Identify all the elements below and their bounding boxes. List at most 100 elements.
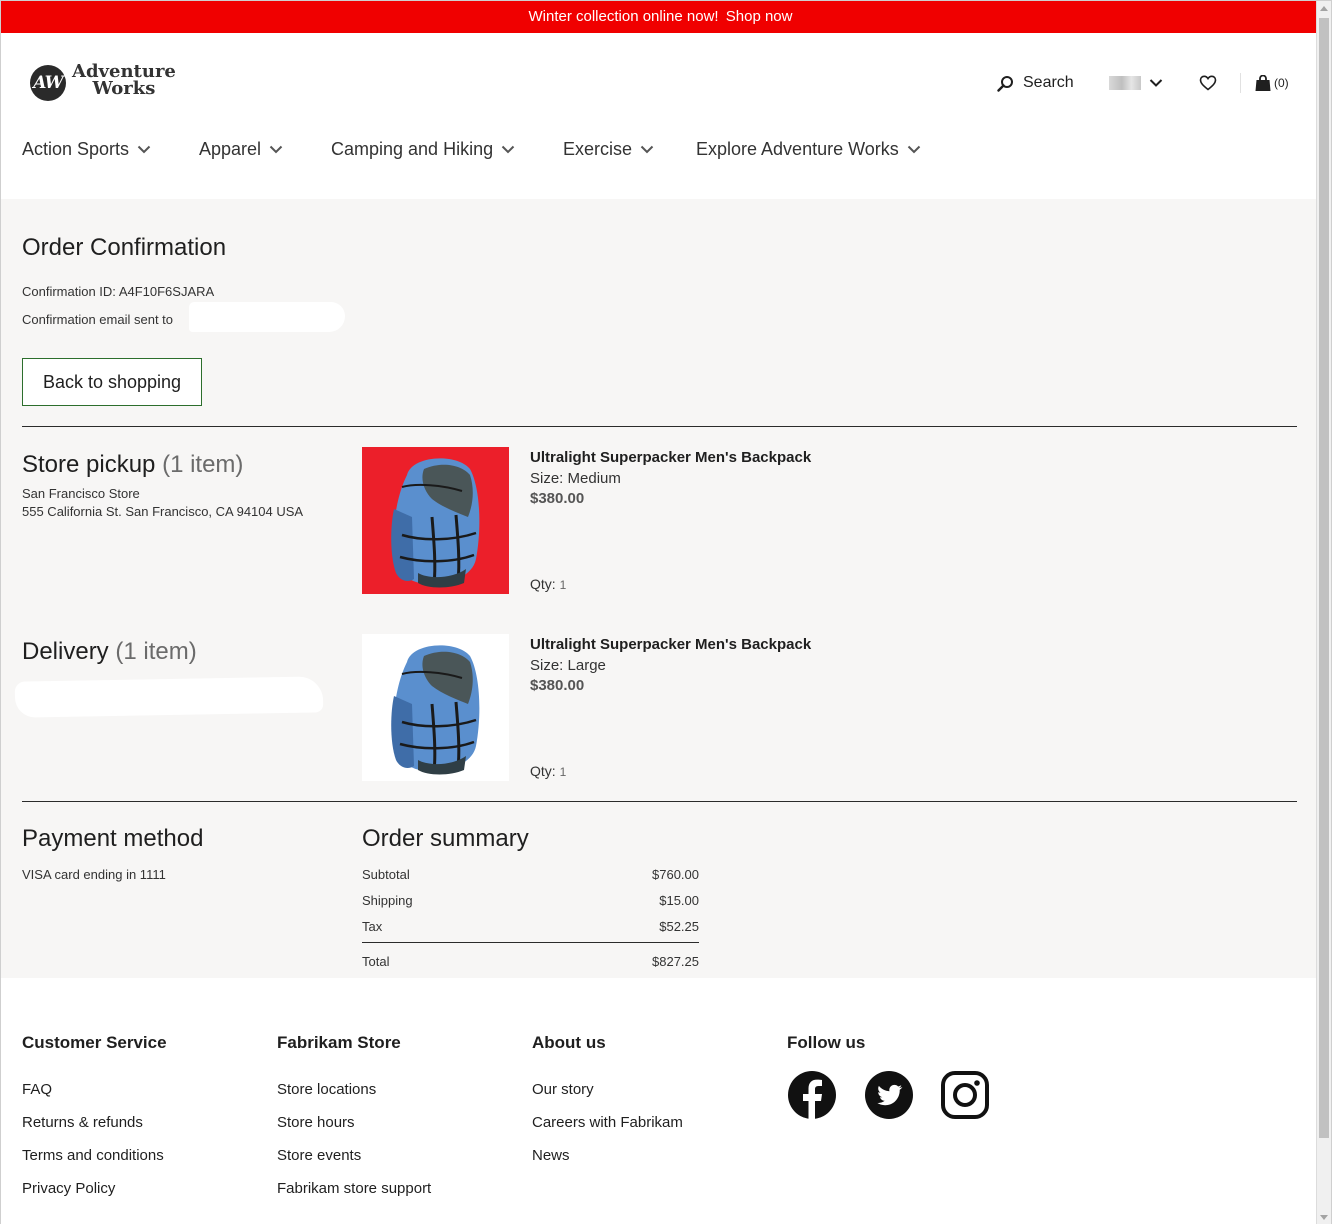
delivery-count: (1 item)	[115, 638, 197, 665]
qty-value: 1	[559, 578, 567, 592]
footer-link-news[interactable]: News	[532, 1139, 683, 1172]
promo-text: Winter collection online now!	[528, 8, 719, 25]
facebook-icon[interactable]	[788, 1071, 836, 1119]
payment-method-heading: Payment method	[22, 825, 204, 852]
scroll-down-arrow[interactable]	[1320, 1215, 1328, 1220]
footer-heading: About us	[532, 1033, 606, 1052]
qty-value: 1	[559, 765, 567, 779]
store-pickup-count: (1 item)	[162, 451, 244, 478]
account-menu-button[interactable]	[1109, 71, 1163, 95]
footer-about-us: About us Our story Careers with Fabrikam…	[532, 1033, 683, 1172]
backpack-icon	[391, 458, 480, 588]
payment-card-info: VISA card ending in 1111	[22, 867, 166, 882]
adventure-works-logo[interactable]: AW Adventure Works	[30, 63, 190, 103]
footer-link-careers[interactable]: Careers with Fabrikam	[532, 1106, 683, 1139]
nav-camping-and-hiking[interactable]: Camping and Hiking	[331, 139, 515, 160]
delivery-heading: Delivery (1 item)	[22, 638, 197, 666]
footer-link-faq[interactable]: FAQ	[22, 1073, 167, 1106]
nav-label: Apparel	[199, 139, 262, 159]
store-address: San Francisco Store 555 California St. S…	[22, 485, 303, 521]
footer-link-returns[interactable]: Returns & refunds	[22, 1106, 167, 1139]
order-summary-heading: Order summary	[362, 825, 529, 852]
heart-icon	[1199, 75, 1217, 91]
page-title: Order Confirmation	[22, 234, 227, 261]
chevron-down-icon	[640, 145, 654, 154]
order-confirmation-content: Order Confirmation Confirmation ID: A4F1…	[1, 199, 1317, 978]
summary-subtotal-row: Subtotal $760.00	[362, 867, 699, 882]
logo-monogram: AW	[30, 65, 66, 101]
scroll-up-arrow[interactable]	[1320, 6, 1328, 11]
site-header: AW Adventure Works Search (0) Action Spo…	[1, 33, 1317, 199]
site-footer: Customer Service FAQ Returns & refunds T…	[1, 978, 1317, 1224]
logo-wordmark: Adventure Works	[72, 63, 176, 99]
store-street-address: 555 California St. San Francisco, CA 941…	[22, 504, 304, 519]
confirmation-id: Confirmation ID: A4F10F6SJARA	[22, 284, 215, 299]
shopping-bag-icon	[1255, 74, 1271, 91]
tax-value: $52.25	[659, 919, 699, 934]
footer-link-store-hours[interactable]: Store hours	[277, 1106, 431, 1139]
total-label: Total	[362, 954, 390, 969]
summary-shipping-row: Shipping $15.00	[362, 893, 699, 908]
product-name[interactable]: Ultralight Superpacker Men's Backpack	[530, 636, 811, 653]
summary-total-row: Total $827.25	[362, 954, 699, 969]
account-name-redacted	[1109, 76, 1141, 90]
twitter-icon[interactable]	[865, 1071, 913, 1119]
shipping-label: Shipping	[362, 893, 413, 908]
wishlist-button[interactable]	[1199, 71, 1217, 95]
nav-label: Explore Adventure Works	[696, 139, 899, 159]
product-price: $380.00	[530, 490, 585, 507]
footer-link-store-support[interactable]: Fabrikam store support	[277, 1172, 431, 1205]
header-separator	[1240, 73, 1241, 93]
product-size: Size: Medium	[530, 470, 621, 487]
footer-link-privacy[interactable]: Privacy Policy	[22, 1172, 167, 1205]
footer-fabrikam-store: Fabrikam Store Store locations Store hou…	[277, 1033, 431, 1205]
nav-action-sports[interactable]: Action Sports	[22, 139, 151, 160]
search-icon	[997, 75, 1013, 92]
nav-label: Exercise	[563, 139, 633, 159]
search-label: Search	[1023, 74, 1074, 91]
footer-heading: Customer Service	[22, 1033, 167, 1052]
chevron-down-icon	[907, 145, 920, 154]
redacted-delivery-address	[14, 676, 324, 718]
product-image-backpack[interactable]	[362, 634, 509, 781]
product-name[interactable]: Ultralight Superpacker Men's Backpack	[530, 449, 811, 466]
shop-now-link[interactable]: Shop now	[726, 8, 793, 25]
summary-divider	[362, 942, 699, 943]
footer-heading: Fabrikam Store	[277, 1033, 401, 1052]
qty-label: Qty:	[530, 763, 556, 779]
delivery-title: Delivery	[22, 638, 109, 665]
footer-link-store-locations[interactable]: Store locations	[277, 1073, 431, 1106]
subtotal-label: Subtotal	[362, 867, 410, 882]
backpack-icon	[391, 645, 480, 775]
redacted-email	[189, 302, 345, 332]
search-button[interactable]: Search	[997, 71, 1074, 95]
nav-label: Action Sports	[22, 139, 130, 159]
qty-label: Qty:	[530, 576, 556, 592]
nav-explore-adventure-works[interactable]: Explore Adventure Works	[696, 139, 921, 160]
chevron-down-icon	[269, 145, 283, 154]
store-pickup-heading: Store pickup (1 item)	[22, 451, 243, 479]
total-value: $827.25	[652, 954, 699, 969]
logo-text-line-2: Works	[92, 78, 156, 99]
footer-link-store-events[interactable]: Store events	[277, 1139, 431, 1172]
footer-link-terms[interactable]: Terms and conditions	[22, 1139, 167, 1172]
chevron-down-icon	[501, 145, 515, 154]
product-image-backpack[interactable]	[362, 447, 509, 594]
footer-customer-service: Customer Service FAQ Returns & refunds T…	[22, 1033, 167, 1205]
section-divider	[22, 801, 1297, 802]
subtotal-value: $760.00	[652, 867, 699, 882]
instagram-icon[interactable]	[941, 1071, 989, 1119]
scroll-thumb[interactable]	[1319, 18, 1329, 1138]
store-pickup-title: Store pickup	[22, 451, 156, 478]
cart-count: (0)	[1274, 76, 1289, 90]
cart-button[interactable]: (0)	[1255, 71, 1289, 95]
footer-link-our-story[interactable]: Our story	[532, 1073, 683, 1106]
nav-apparel[interactable]: Apparel	[199, 139, 283, 160]
back-to-shopping-button[interactable]: Back to shopping	[22, 358, 202, 406]
page-scrollbar[interactable]	[1316, 1, 1331, 1224]
tax-label: Tax	[362, 919, 383, 934]
confirmation-email-text: Confirmation email sent to	[22, 312, 174, 327]
nav-exercise[interactable]: Exercise	[563, 139, 654, 160]
product-price: $380.00	[530, 677, 585, 694]
product-quantity: Qty: 1	[530, 576, 566, 592]
